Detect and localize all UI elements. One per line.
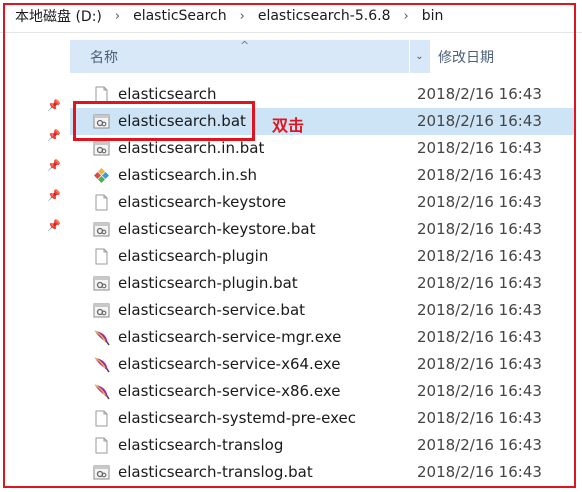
file-modified-date: 2018/2/16 16:43: [417, 166, 542, 184]
file-modified-date: 2018/2/16 16:43: [417, 463, 542, 481]
column-name-label: 名称: [90, 49, 118, 66]
batch-file-icon: [93, 302, 110, 319]
file-modified-date: 2018/2/16 16:43: [417, 382, 542, 400]
batch-file-icon: [93, 140, 110, 157]
column-dropdown-button[interactable]: ⌄: [409, 40, 429, 73]
chevron-down-icon: ⌄: [415, 51, 424, 62]
file-row[interactable]: elasticsearch.in.bat 2018/2/16 16:43: [70, 135, 576, 162]
pin-icon[interactable]: 📌: [47, 159, 61, 173]
file-name: elasticsearch-plugin: [118, 247, 269, 265]
file-name: elasticsearch.in.sh: [118, 166, 258, 184]
file-row[interactable]: elasticsearch-keystore 2018/2/16 16:43: [70, 189, 576, 216]
file-name: elasticsearch-translog: [118, 436, 284, 454]
annotation-label: 双击: [272, 116, 305, 135]
pin-icon[interactable]: 📌: [47, 129, 61, 143]
column-header-name[interactable]: ^ 名称: [70, 39, 409, 73]
file-modified-date: 2018/2/16 16:43: [417, 112, 542, 130]
file-name: elasticsearch-keystore.bat: [118, 220, 316, 238]
file-name: elasticsearch-service.bat: [118, 301, 306, 319]
column-header: ^ 名称 ⌄ 修改日期: [70, 39, 576, 73]
file-row[interactable]: elasticsearch-service.bat 2018/2/16 16:43: [70, 297, 576, 324]
shell-script-icon: [93, 167, 110, 184]
batch-file-icon: [93, 221, 110, 238]
file-row[interactable]: elasticsearch.in.sh 2018/2/16 16:43: [70, 162, 576, 189]
file-name: elasticsearch-service-mgr.exe: [118, 328, 342, 346]
quick-access-sidebar: 📌 📌 📌 📌 📌: [0, 33, 70, 492]
file-row[interactable]: elasticsearch-plugin.bat 2018/2/16 16:43: [70, 270, 576, 297]
feather-exe-icon: [93, 329, 110, 346]
file-row[interactable]: elasticsearch-service-x64.exe 2018/2/16 1…: [70, 351, 576, 378]
file-row[interactable]: elasticsearch-systemd-pre-exec 2018/2/16 …: [70, 405, 576, 432]
blank-file-icon: [93, 248, 110, 265]
breadcrumb-drive[interactable]: 本地磁盘 (D:): [15, 6, 102, 26]
chevron-right-icon[interactable]: ›: [403, 9, 408, 24]
file-modified-date: 2018/2/16 16:43: [417, 274, 542, 292]
file-row[interactable]: elasticsearch-service-x86.exe 2018/2/16 1…: [70, 378, 576, 405]
sort-ascending-icon: ^: [240, 39, 250, 52]
breadcrumb-bin[interactable]: bin: [422, 8, 444, 24]
feather-exe-icon: [93, 383, 110, 400]
blank-file-icon: [93, 410, 110, 427]
file-name: elasticsearch.bat: [118, 112, 246, 130]
file-modified-date: 2018/2/16 16:43: [417, 247, 542, 265]
file-name: elasticsearch-keystore: [118, 193, 287, 211]
chevron-right-icon[interactable]: ›: [240, 9, 245, 24]
pin-icon[interactable]: 📌: [47, 99, 61, 113]
blank-file-icon: [93, 194, 110, 211]
chevron-right-icon[interactable]: ›: [115, 9, 120, 24]
breadcrumb-elasticsearch[interactable]: elasticSearch: [133, 8, 227, 24]
file-modified-date: 2018/2/16 16:43: [417, 220, 542, 238]
file-modified-date: 2018/2/16 16:43: [417, 85, 542, 103]
batch-file-icon: [93, 113, 110, 130]
file-list: elasticsearch 2018/2/16 16:43 elasticsearc…: [70, 81, 576, 486]
file-modified-date: 2018/2/16 16:43: [417, 139, 542, 157]
file-name: elasticsearch-service-x64.exe: [118, 355, 341, 373]
file-row[interactable]: elasticsearch-service-mgr.exe 2018/2/16 1…: [70, 324, 576, 351]
file-modified-date: 2018/2/16 16:43: [417, 301, 542, 319]
file-row[interactable]: elasticsearch-plugin 2018/2/16 16:43: [70, 243, 576, 270]
breadcrumb-version[interactable]: elasticsearch-5.6.8: [258, 8, 391, 24]
file-modified-date: 2018/2/16 16:43: [417, 193, 542, 211]
file-row[interactable]: elasticsearch.bat 2018/2/16 16:43: [70, 108, 576, 135]
file-row[interactable]: elasticsearch-translog.bat 2018/2/16 16:4…: [70, 459, 576, 486]
batch-file-icon: [93, 275, 110, 292]
file-name: elasticsearch-plugin.bat: [118, 274, 298, 292]
file-name: elasticsearch: [118, 85, 217, 103]
column-header-date[interactable]: 修改日期: [429, 40, 576, 73]
file-modified-date: 2018/2/16 16:43: [417, 355, 542, 373]
blank-file-icon: [93, 86, 110, 103]
file-name: elasticsearch-service-x86.exe: [118, 382, 341, 400]
file-modified-date: 2018/2/16 16:43: [417, 409, 542, 427]
pin-icon[interactable]: 📌: [47, 189, 61, 203]
feather-exe-icon: [93, 356, 110, 373]
file-name: elasticsearch-translog.bat: [118, 463, 313, 481]
batch-file-icon: [93, 464, 110, 481]
file-name: elasticsearch-systemd-pre-exec: [118, 409, 356, 427]
file-name: elasticsearch.in.bat: [118, 139, 265, 157]
address-bar[interactable]: 本地磁盘 (D:) › elasticSearch › elasticsearc…: [0, 0, 582, 33]
file-modified-date: 2018/2/16 16:43: [417, 328, 542, 346]
file-row[interactable]: elasticsearch 2018/2/16 16:43: [70, 81, 576, 108]
column-date-label: 修改日期: [438, 49, 494, 66]
file-row[interactable]: elasticsearch-translog 2018/2/16 16:43: [70, 432, 576, 459]
file-row[interactable]: elasticsearch-keystore.bat 2018/2/16 16:4…: [70, 216, 576, 243]
pin-icon[interactable]: 📌: [47, 219, 61, 233]
blank-file-icon: [93, 437, 110, 454]
file-modified-date: 2018/2/16 16:43: [417, 436, 542, 454]
